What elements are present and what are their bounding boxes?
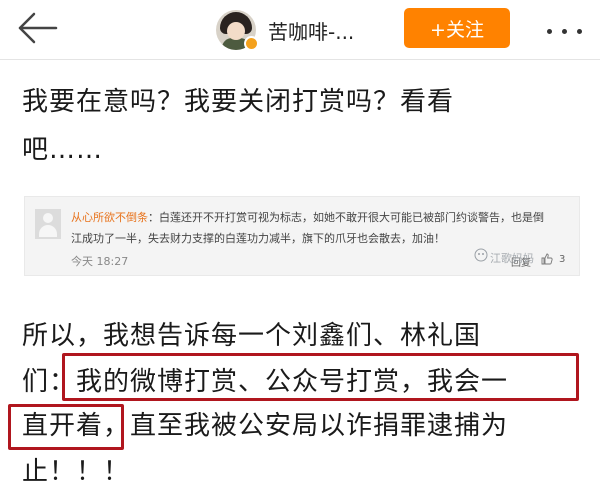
- author-name[interactable]: 苦咖啡-...: [268, 16, 354, 45]
- watermark: 江歌妈妈: [490, 252, 534, 265]
- comment-text: 江成功了一半，失去财力支撑的白莲功力减半，旗下的爪牙也会散去，加油！: [71, 232, 445, 245]
- more-icon: [542, 19, 587, 38]
- top-bar: 苦咖啡-... +关注: [0, 0, 600, 60]
- post-text-segment: ，直至我被公安局以诈捐罪逮捕为: [103, 411, 509, 441]
- post-text-line: 所以，我想告诉每一个刘鑫们、林礼国: [22, 321, 482, 351]
- comment-line: 从心所欲不倒条：白莲还开不开打赏可视为标志，如她不敢开很大可能已被部门约谈警告，…: [71, 209, 544, 225]
- comment-time: 今天 18:27: [71, 255, 129, 268]
- post-text-line: 吧……: [22, 135, 104, 165]
- back-button[interactable]: [14, 10, 58, 46]
- follow-button[interactable]: +关注: [404, 8, 510, 48]
- like-count: 3: [559, 254, 566, 265]
- like-icon: [541, 253, 553, 265]
- commenter-name: 从心所欲不倒条: [71, 211, 148, 224]
- back-arrow-icon: [18, 12, 58, 44]
- watermark-icon: [474, 248, 488, 262]
- more-button[interactable]: [540, 10, 588, 46]
- commenter-avatar: [35, 209, 61, 239]
- highlight-box: [62, 353, 579, 401]
- verified-badge-icon: [244, 36, 259, 51]
- post-text-line: 我要在意吗？我要关闭打赏吗？看看: [22, 87, 455, 117]
- highlight-box: [8, 404, 124, 450]
- comment-text: ：白莲还开不开打赏可视为标志，如她不敢开很大可能已被部门约谈警告，也是倒: [148, 211, 544, 224]
- post-text-line: 止！！！: [22, 457, 131, 487]
